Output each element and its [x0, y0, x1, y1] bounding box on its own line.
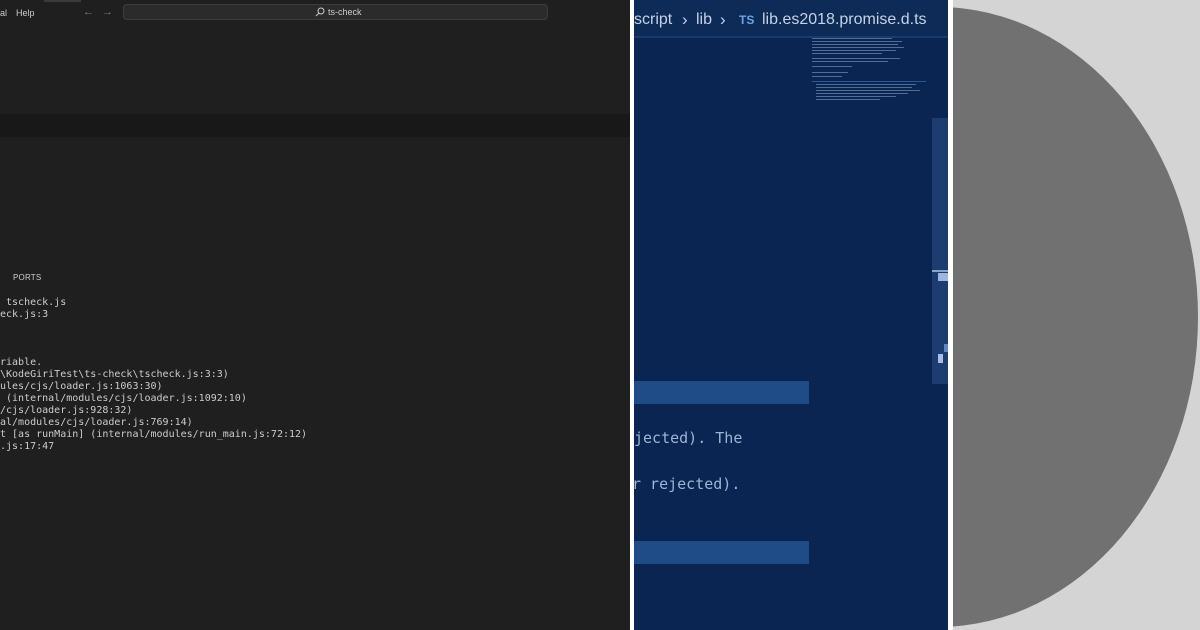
- menu-terminal[interactable]: al: [0, 8, 7, 18]
- breadcrumb-file[interactable]: lib.es2018.promise.d.ts: [762, 11, 927, 29]
- panel-header-band: [0, 114, 630, 137]
- terminal-line: .js:17:47: [0, 441, 55, 452]
- zoomed-editor: script › lib › TS lib.es2018.promise.d.t…: [634, 0, 948, 630]
- vertical-scrollbar[interactable]: [932, 118, 948, 384]
- command-center-search[interactable]: ts-check: [123, 4, 548, 20]
- search-text: ts-check: [328, 7, 362, 17]
- search-icon: [315, 7, 325, 17]
- vscode-window-crop: al Help ← → ts-check PORTS tscheck.js ec…: [0, 0, 630, 630]
- terminal-line: eck.js:3: [0, 309, 49, 320]
- terminal-line: tscheck.js: [0, 297, 67, 308]
- breadcrumb-item[interactable]: lib: [696, 11, 712, 29]
- circle-shape: [953, 7, 1198, 627]
- line-highlight: [634, 381, 809, 404]
- typescript-file-icon: TS: [739, 13, 755, 27]
- tab-ports[interactable]: PORTS: [13, 273, 41, 282]
- code-line: r rejected).: [634, 475, 741, 493]
- terminal-line: /cjs/loader.js:928:32): [0, 405, 133, 416]
- terminal-line: riable.: [0, 357, 43, 368]
- terminal-line: \KodeGiriTest\ts-check\tscheck.js:3:3): [0, 369, 229, 380]
- chevron-right-icon: ›: [682, 10, 688, 29]
- line-highlight: [634, 541, 809, 564]
- back-arrow-icon[interactable]: ←: [83, 6, 94, 18]
- title-bar: al Help ← → ts-check: [0, 0, 630, 27]
- breadcrumb-item[interactable]: script: [634, 11, 672, 29]
- terminal-line: ules/cjs/loader.js:1063:30): [0, 381, 163, 392]
- grey-circle-panel: [953, 0, 1200, 630]
- breadcrumb: script › lib › TS lib.es2018.promise.d.t…: [634, 0, 948, 38]
- forward-arrow-icon[interactable]: →: [102, 6, 113, 18]
- terminal-line: (internal/modules/cjs/loader.js:1092:10): [0, 393, 247, 404]
- terminal-line: t [as runMain] (internal/modules/run_mai…: [0, 429, 308, 440]
- menu-help[interactable]: Help: [16, 8, 35, 18]
- title-bar-tab-edge: [44, 0, 81, 2]
- minimap[interactable]: [810, 36, 931, 106]
- code-line: jected). The: [634, 429, 743, 447]
- terminal-line: al/modules/cjs/loader.js:769:14): [0, 417, 193, 428]
- chevron-right-icon: ›: [720, 10, 726, 29]
